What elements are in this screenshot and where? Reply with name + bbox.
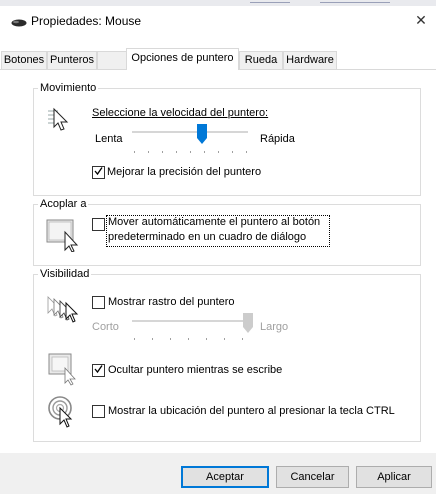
trails-checkbox[interactable] [92,296,105,309]
slider-tick [232,151,233,153]
close-button[interactable]: ✕ [406,6,436,36]
apply-button[interactable]: Aplicar [356,466,432,488]
check-icon [94,365,103,374]
slider-tick [204,151,205,153]
slider-tick [152,338,153,340]
precision-label[interactable]: Mejorar la precisión del puntero [107,166,261,178]
speed-label-text: Seleccione la velocidad del puntero: [92,107,269,119]
snap-to-label-line1[interactable]: Mover automáticamente el puntero al botó… [108,216,320,228]
tab-bar: Botones Punteros Opciones de puntero Rue… [0,36,436,70]
tab-hardware[interactable]: Hardware [283,51,337,69]
pointer-speed-icon [48,107,69,131]
snap-to-button-icon [46,219,79,252]
show-location-checkbox[interactable] [92,405,105,418]
cancel-button[interactable]: Cancelar [276,466,349,488]
speed-label: Seleccione la velocidad del puntero: [92,107,268,119]
window-title: Propiedades: Mouse [31,14,142,28]
short-label: Corto [92,321,119,333]
long-label: Largo [260,321,289,333]
tab-punteros[interactable]: Punteros [47,51,97,69]
slider-tick [242,338,243,340]
tab-rueda[interactable]: Rueda [239,51,283,69]
trails-slider-track [132,320,248,322]
snap-to-legend: Acoplar a [40,198,87,210]
snap-to-label-line2[interactable]: predeterminado en un cuadro de diálogo [108,231,306,243]
tab-botones[interactable]: Botones [1,51,47,69]
speed-slider-thumb[interactable] [196,124,207,144]
ok-button[interactable]: Aceptar [181,466,269,488]
slider-tick [206,338,207,340]
tab-gap [97,51,126,69]
close-icon: ✕ [415,12,427,28]
slider-tick [176,151,177,153]
strip-line [250,2,290,3]
hide-pointer-icon [48,353,76,386]
slider-tick [162,151,163,153]
trails-slider-thumb[interactable] [243,313,253,333]
slow-label: Lenta [95,133,123,145]
check-icon [94,167,103,176]
hide-typing-label[interactable]: Ocultar puntero mientras se escribe [108,364,282,376]
tab-opciones-de-puntero[interactable]: Opciones de puntero [126,48,239,70]
precision-checkbox[interactable] [92,166,105,179]
title-bar[interactable]: Propiedades: Mouse ✕ [0,6,436,36]
hide-typing-checkbox[interactable] [92,364,105,377]
speed-slider-track [132,131,248,133]
mouse-icon [11,19,27,27]
pointer-trails-icon [47,296,79,323]
slider-tick [134,338,135,340]
slider-tick [188,338,189,340]
snap-to-checkbox[interactable] [92,218,105,231]
trails-label[interactable]: Mostrar rastro del puntero [108,296,235,308]
strip-line [320,2,390,3]
slider-tick [148,151,149,153]
slider-tick [224,338,225,340]
slider-tick [190,151,191,153]
slider-tick [170,338,171,340]
slider-tick [134,151,135,153]
visibility-legend: Visibilidad [40,268,90,280]
fast-label: Rápida [260,133,295,145]
slider-tick [218,151,219,153]
slider-tick [246,151,247,153]
motion-legend: Movimiento [40,82,97,94]
pointer-location-icon [48,396,73,428]
show-location-label[interactable]: Mostrar la ubicación del puntero al pres… [108,405,395,417]
